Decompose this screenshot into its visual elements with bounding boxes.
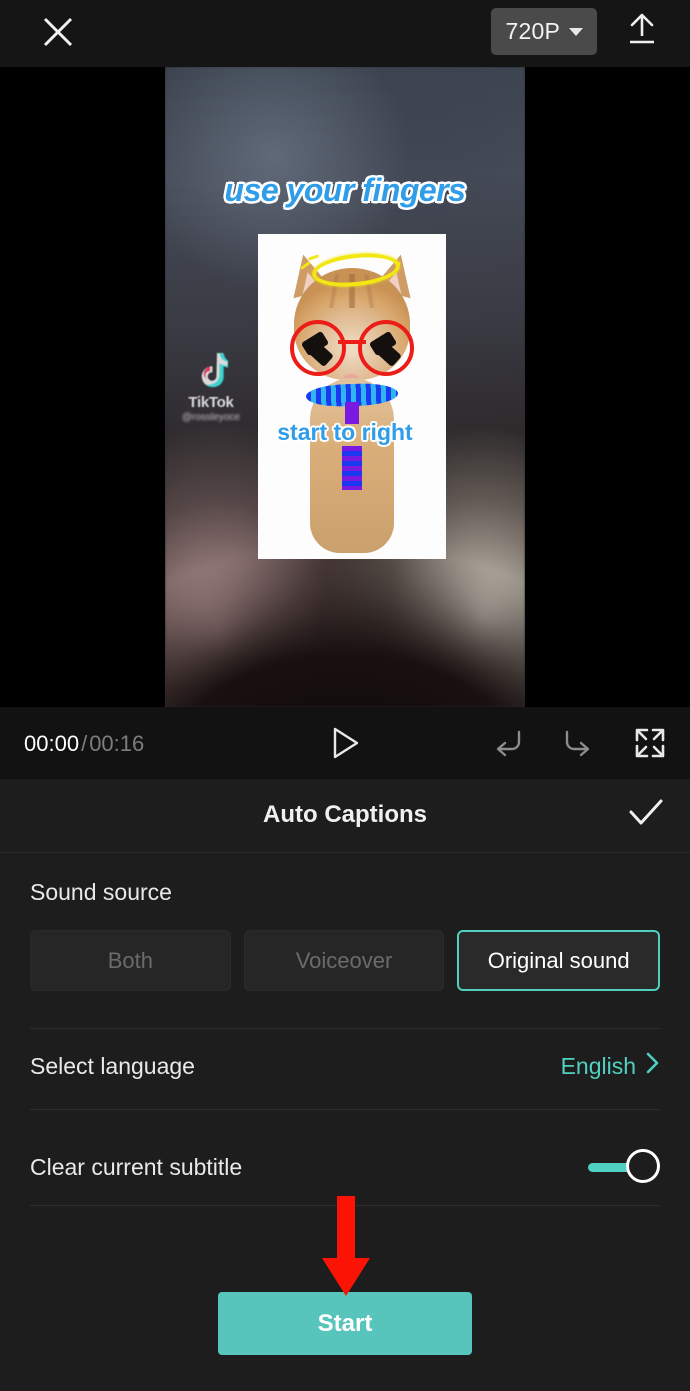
capcut-auto-captions-screen: 720P use your fingers start to right Tik… [0, 0, 690, 1391]
clear-current-subtitle-label: Clear current subtitle [30, 1153, 243, 1180]
check-icon [627, 797, 665, 836]
time-separator: / [81, 731, 88, 756]
close-button[interactable] [33, 7, 83, 57]
language-value-label: English [560, 1052, 636, 1079]
clear-current-subtitle-toggle[interactable] [588, 1147, 660, 1187]
panel-header: Auto Captions [0, 779, 690, 853]
divider [30, 1028, 660, 1029]
select-language-value[interactable]: English [561, 1051, 660, 1081]
expand-icon [634, 727, 666, 764]
video-caption-top: use your fingers [224, 172, 466, 208]
clear-current-subtitle-row[interactable]: Clear current subtitle [30, 1139, 660, 1195]
tie-doodle-lower [342, 446, 362, 490]
close-icon [40, 14, 76, 50]
play-button[interactable] [322, 725, 368, 765]
undo-button[interactable] [486, 725, 528, 765]
sound-source-options: Both Voiceover Original sound [30, 930, 661, 991]
chevron-down-icon [569, 27, 583, 36]
video-player[interactable]: use your fingers start to right TikTok @… [165, 67, 525, 707]
video-caption-mid: start to right [277, 419, 413, 445]
select-language-row[interactable]: Select language English [30, 1038, 660, 1094]
select-language-label: Select language [30, 1052, 195, 1079]
glasses-lens-right [358, 320, 414, 376]
panel-title: Auto Captions [263, 801, 427, 828]
sound-source-option-both[interactable]: Both [30, 930, 231, 991]
undo-icon [489, 727, 525, 764]
current-time: 00:00 [24, 731, 80, 756]
fullscreen-button[interactable] [629, 725, 671, 765]
sound-source-label: Sound source [30, 879, 172, 905]
glasses-doodle [290, 320, 414, 376]
resolution-label: 720P [505, 18, 560, 44]
resolution-dropdown[interactable]: 720P [491, 8, 597, 55]
preview-area: use your fingers start to right TikTok @… [0, 67, 690, 707]
tiktok-brand-label: TikTok [188, 394, 234, 411]
export-icon [625, 11, 659, 52]
playback-bar: 00:00/00:16 [0, 707, 690, 779]
play-icon [330, 726, 360, 765]
tiktok-watermark: TikTok @rossleyoce [175, 350, 247, 423]
time-display: 00:00/00:16 [24, 731, 144, 757]
toggle-knob [626, 1149, 660, 1183]
tiktok-handle-label: @rossleyoce [182, 412, 240, 423]
top-bar: 720P [0, 0, 690, 67]
total-time: 00:16 [89, 731, 145, 756]
tiktok-note-icon [175, 350, 247, 393]
cat-illustration [282, 249, 422, 553]
export-button[interactable] [620, 9, 664, 53]
redo-icon [561, 727, 597, 764]
confirm-button[interactable] [622, 793, 670, 839]
redo-button[interactable] [558, 725, 600, 765]
down-arrow-annotation [318, 1196, 374, 1306]
chevron-right-icon [645, 1051, 660, 1081]
sound-source-option-original-sound[interactable]: Original sound [457, 930, 661, 991]
glasses-lens-left [290, 320, 346, 376]
divider [30, 1109, 660, 1110]
sound-source-option-voiceover[interactable]: Voiceover [243, 930, 445, 991]
cat-photo [258, 234, 446, 559]
